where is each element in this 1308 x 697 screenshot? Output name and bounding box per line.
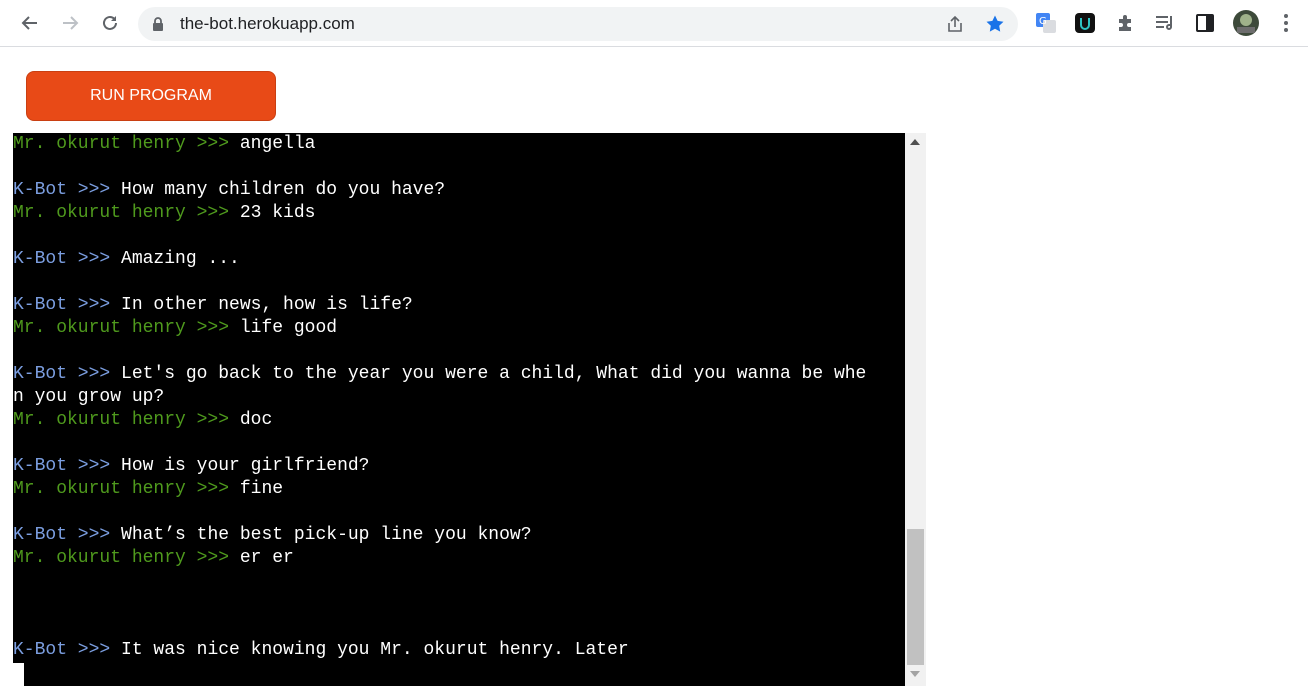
terminal-line: K-Bot >>> What’s the best pick-up line y… [13,525,532,545]
terminal-line: K-Bot >>> How many children do you have? [13,180,446,200]
address-bar[interactable]: the-bot.herokuapp.com [138,7,1018,41]
scrollbar-thumb[interactable] [907,529,924,665]
url-text: the-bot.herokuapp.com [180,14,355,33]
reading-list-icon[interactable] [1151,9,1179,37]
google-translate-icon[interactable]: G [1032,9,1060,37]
more-menu-icon[interactable] [1272,9,1300,37]
terminal-line: K-Bot >>> Let's go back to the year you … [13,364,867,384]
lock-icon [152,16,164,37]
back-arrow-icon[interactable] [14,7,46,39]
puzzle-extensions-icon[interactable] [1111,9,1139,37]
scroll-down-arrow-icon[interactable] [910,671,920,677]
bookmark-star-icon[interactable] [983,12,1007,36]
terminal-line: K-Bot >>> It was nice knowing you Mr. ok… [13,640,629,660]
terminal-line: Mr. okurut henry >>> angella [13,134,316,154]
side-panel-icon[interactable] [1191,9,1219,37]
svg-text:G: G [1039,16,1047,27]
terminal-line: K-Bot >>> In other news, how is life? [13,295,413,315]
forward-arrow-icon[interactable] [54,7,86,39]
terminal-line: Mr. okurut henry >>> doc [13,410,273,430]
browser-toolbar: the-bot.herokuapp.com G [0,0,1308,47]
terminal-scrollbar[interactable] [905,133,926,686]
extension-u-icon[interactable] [1071,9,1099,37]
reload-icon[interactable] [94,7,126,39]
terminal-line: K-Bot >>> How is your girlfriend? [13,456,370,476]
terminal-line: Mr. okurut henry >>> er er [13,548,294,568]
profile-avatar[interactable] [1232,9,1260,37]
terminal-line: Mr. okurut henry >>> life good [13,318,338,338]
terminal-line: K-Bot >>> Amazing ... [13,249,240,269]
terminal-line: n you grow up? [13,387,165,407]
terminal-output: Mr. okurut henry >>> angella K-Bot >>> H… [13,133,905,686]
share-icon[interactable] [943,12,967,36]
scroll-up-arrow-icon[interactable] [910,139,920,145]
run-program-button[interactable]: RUN PROGRAM [26,71,276,121]
terminal-line: Mr. okurut henry >>> fine [13,479,284,499]
terminal-cursor-gap [13,663,24,686]
terminal-line: Mr. okurut henry >>> 23 kids [13,203,316,223]
